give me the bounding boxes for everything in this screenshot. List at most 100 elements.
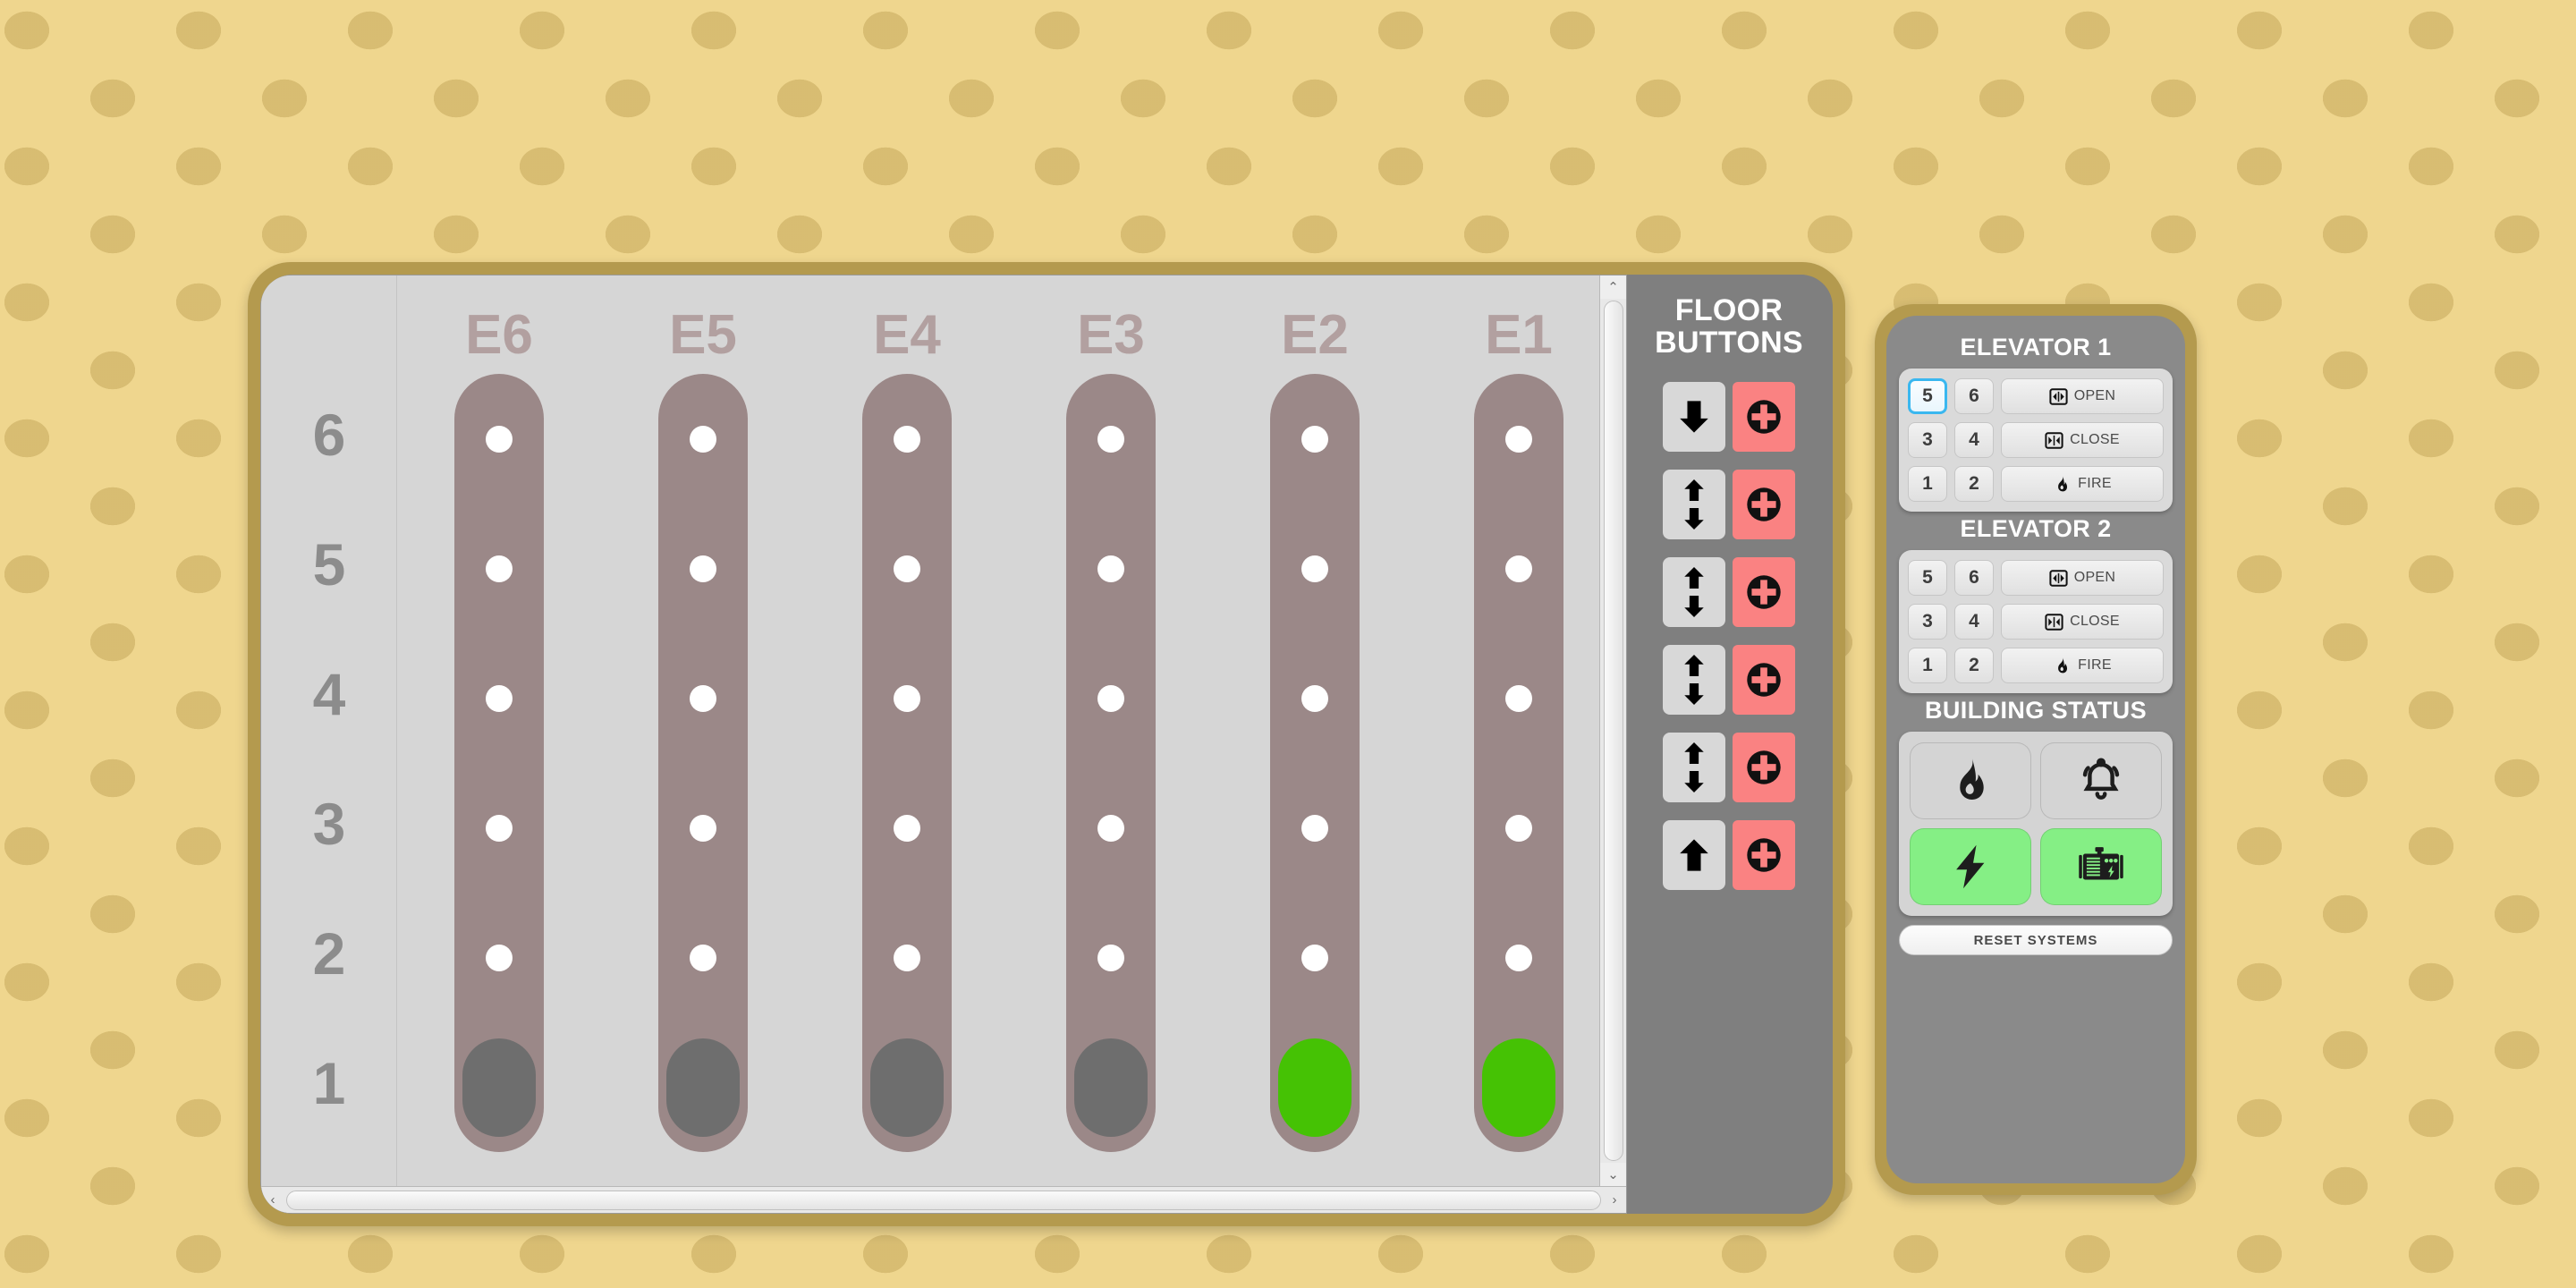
elevator-car-e1[interactable] (1482, 1038, 1555, 1137)
emergency-call-button-4[interactable] (1733, 557, 1795, 628)
elevator-car-e4[interactable] (870, 1038, 944, 1137)
elevator1-close-button[interactable]: CLOSE (2001, 422, 2164, 458)
shaft-tube[interactable] (1474, 374, 1563, 1152)
scroll-right-arrow-icon[interactable]: › (1603, 1187, 1626, 1214)
shaft-viewport: 6 5 4 3 2 1 E6 E5 E4 E3 E2 E1 ⌃ ⌄ ‹ › (260, 275, 1627, 1214)
floor-call-row-3 (1663, 645, 1795, 716)
floor-direction-buttons-6 (1663, 382, 1725, 453)
emergency-call-button-1[interactable] (1733, 820, 1795, 891)
scroll-left-arrow-icon[interactable]: ‹ (261, 1187, 284, 1214)
reset-systems-button[interactable]: RESET SYSTEMS (1899, 925, 2173, 955)
call-up-button-1[interactable] (1674, 835, 1714, 875)
call-down-button-4[interactable] (1681, 593, 1707, 620)
emergency-call-button-2[interactable] (1733, 733, 1795, 803)
elevator1-floor-button-1[interactable]: 1 (1908, 466, 1947, 502)
floor-call-row-5 (1663, 470, 1795, 540)
floor-number-label-6: 6 (312, 401, 346, 468)
elevator1-fire-button[interactable]: FIRE (2001, 466, 2164, 502)
elevator1-open-button[interactable]: OPEN (2001, 378, 2164, 414)
floor-stop-dot (894, 425, 920, 453)
elevator2-floor-button-4[interactable]: 4 (1954, 604, 1994, 640)
elevator2-floor-button-6[interactable]: 6 (1954, 560, 1994, 596)
elevator-car-e2[interactable] (1278, 1038, 1352, 1137)
shaft-column-e4: E4 (839, 275, 975, 1213)
elevator2-open-button[interactable]: OPEN (2001, 560, 2164, 596)
shaft-tube[interactable] (658, 374, 748, 1152)
elevator2-close-label: CLOSE (2070, 614, 2120, 629)
elevator1-floor-button-6[interactable]: 6 (1954, 378, 1994, 414)
floor-number-label-2: 2 (312, 919, 346, 987)
floor-stop-dot (690, 555, 716, 582)
elevator1-floor-button-5[interactable]: 5 (1908, 378, 1947, 414)
floor-call-row-2 (1663, 733, 1795, 803)
emergency-call-button-5[interactable] (1733, 470, 1795, 540)
status-tile-flame[interactable] (1910, 742, 2031, 819)
doors-close-icon (2045, 613, 2063, 631)
elevator2-keypad: 5 6 OPEN 3 4 CLOSE 1 2 FIRE (1899, 550, 2173, 693)
power-bolt-icon (1945, 842, 1996, 892)
horizontal-scrollbar[interactable]: ‹ › (261, 1186, 1626, 1213)
call-up-button-5[interactable] (1681, 477, 1707, 504)
elevator2-floor-button-5[interactable]: 5 (1908, 560, 1947, 596)
emergency-call-button-3[interactable] (1733, 645, 1795, 716)
call-up-button-2[interactable] (1681, 740, 1707, 767)
floor-stop-dot (1301, 814, 1328, 842)
vertical-scroll-thumb[interactable] (1603, 301, 1623, 1161)
shaft-header-e4: E4 (873, 304, 941, 366)
floor-stop-dot (1301, 555, 1328, 582)
elevator-car-e6[interactable] (462, 1038, 536, 1137)
shaft-tube[interactable] (454, 374, 544, 1152)
floor-direction-buttons-5 (1663, 470, 1725, 540)
floor-stop-dot (486, 814, 513, 842)
floor-stop-dot (1505, 425, 1532, 453)
elevator1-floor-button-4[interactable]: 4 (1954, 422, 1994, 458)
elevator2-close-button[interactable]: CLOSE (2001, 604, 2164, 640)
floor-buttons-title: FLOOR BUTTONS (1655, 294, 1803, 359)
elevator1-keypad: 5 6 OPEN 3 4 CLOSE 1 2 FIRE (1899, 369, 2173, 512)
elevator-car-e5[interactable] (666, 1038, 740, 1137)
status-tile-generator[interactable] (2040, 828, 2162, 905)
building-status-title: BUILDING STATUS (1925, 697, 2147, 724)
alarm-bell-icon (2076, 756, 2126, 806)
shaft-tube[interactable] (1270, 374, 1360, 1152)
elevator-car-e3[interactable] (1074, 1038, 1148, 1137)
call-down-button-3[interactable] (1681, 681, 1707, 708)
building-status-grid (1899, 732, 2173, 916)
scroll-down-arrow-icon[interactable]: ⌄ (1599, 1163, 1626, 1186)
doors-close-icon (2045, 431, 2063, 450)
floor-stop-dot (486, 684, 513, 712)
elevator2-floor-button-2[interactable]: 2 (1954, 648, 1994, 683)
elevator1-floor-button-3[interactable]: 3 (1908, 422, 1947, 458)
shaft-tube[interactable] (862, 374, 952, 1152)
call-down-button-5[interactable] (1681, 505, 1707, 532)
vertical-scrollbar[interactable]: ⌃ ⌄ (1599, 275, 1626, 1186)
floor-buttons-title-line2: BUTTONS (1655, 326, 1803, 360)
floor-stop-dot (1301, 425, 1328, 453)
shaft-panel-inner: 6 5 4 3 2 1 E6 E5 E4 E3 E2 E1 ⌃ ⌄ ‹ › FLOOR BUTTON… (260, 275, 1833, 1214)
floor-stop-dot (690, 425, 716, 453)
floor-stop-dot (894, 555, 920, 582)
elevator2-floor-button-3[interactable]: 3 (1908, 604, 1947, 640)
elevator2-fire-button[interactable]: FIRE (2001, 648, 2164, 683)
call-up-button-3[interactable] (1681, 652, 1707, 679)
emergency-call-button-6[interactable] (1733, 382, 1795, 453)
shaft-column-e3: E3 (1043, 275, 1179, 1213)
status-tile-alarm-bell[interactable] (2040, 742, 2162, 819)
floor-number-label-1: 1 (312, 1049, 346, 1116)
scroll-up-arrow-icon[interactable]: ⌃ (1599, 275, 1626, 299)
floor-buttons-title-line1: FLOOR (1674, 293, 1784, 327)
floor-number-label-4: 4 (312, 660, 346, 727)
elevator1-close-label: CLOSE (2070, 432, 2120, 447)
elevator2-floor-button-1[interactable]: 1 (1908, 648, 1947, 683)
shaft-tube[interactable] (1066, 374, 1156, 1152)
control-panel-inner: ELEVATOR 1 5 6 OPEN 3 4 CLOSE 1 2 FIRE ELEVATOR … (1886, 316, 2185, 1183)
status-tile-power-bolt[interactable] (1910, 828, 2031, 905)
flame-icon (1945, 756, 1996, 806)
call-up-button-4[interactable] (1681, 564, 1707, 591)
call-down-button-6[interactable] (1674, 397, 1714, 436)
floor-stop-dot (486, 425, 513, 453)
elevator1-floor-button-2[interactable]: 2 (1954, 466, 1994, 502)
call-down-button-2[interactable] (1681, 768, 1707, 795)
horizontal-scroll-thumb[interactable] (286, 1190, 1601, 1210)
floor-stop-dot (1505, 944, 1532, 971)
